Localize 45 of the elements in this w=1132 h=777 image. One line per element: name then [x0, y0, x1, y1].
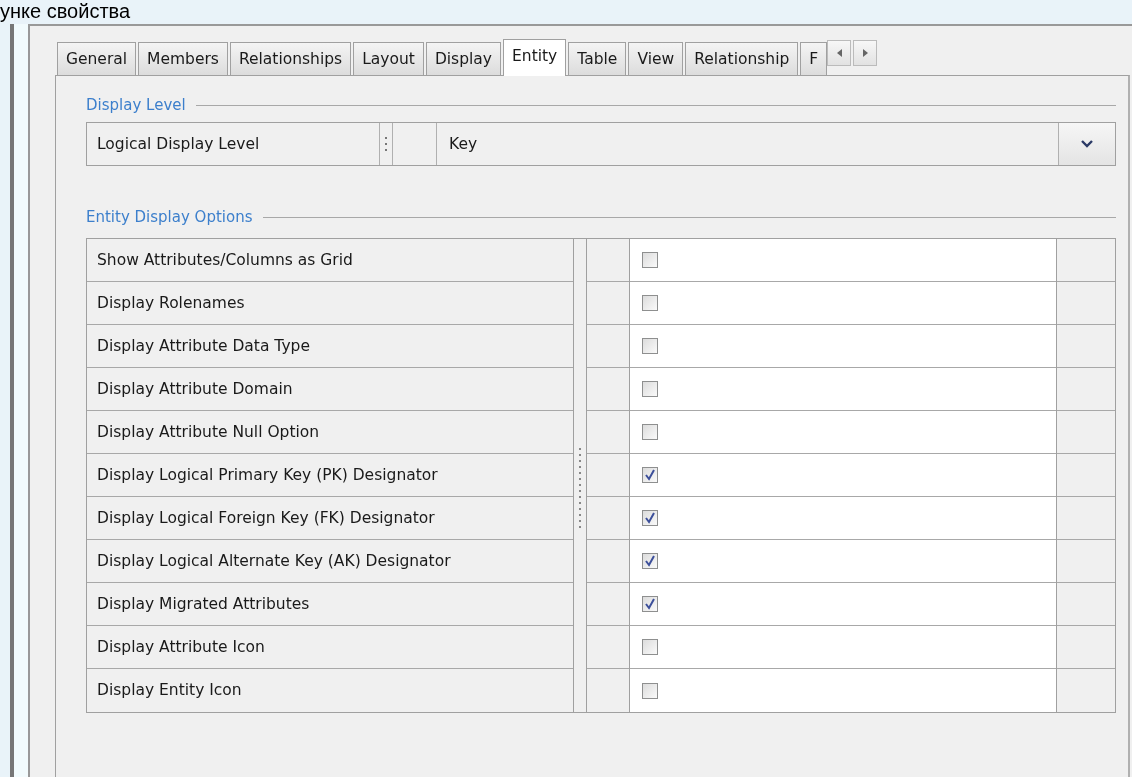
- dropdown-button[interactable]: [1058, 123, 1115, 165]
- checkbox[interactable]: [642, 553, 658, 569]
- scroll-left-button[interactable]: [827, 40, 852, 66]
- group-title: Display Level: [86, 96, 186, 114]
- checkbox[interactable]: [642, 682, 658, 699]
- tab[interactable]: Entity: [503, 39, 567, 76]
- tab[interactable]: Table: [568, 42, 627, 75]
- grip-icon[interactable]: [578, 447, 582, 531]
- checkbox[interactable]: [642, 338, 658, 354]
- option-label: Display Rolenames: [87, 282, 573, 325]
- option-label: Display Attribute Null Option: [87, 411, 573, 454]
- option-label: Display Attribute Icon: [87, 626, 573, 669]
- triangle-right-icon: [862, 49, 868, 57]
- checkbox[interactable]: [642, 596, 658, 612]
- checkbox[interactable]: [642, 381, 658, 397]
- checkbox[interactable]: [642, 424, 658, 440]
- slide-caption: унке свойства: [0, 0, 131, 22]
- scroll-right-button[interactable]: [853, 40, 878, 66]
- checkbox[interactable]: [642, 467, 658, 483]
- tab[interactable]: View: [628, 42, 684, 75]
- checkbox[interactable]: [642, 252, 658, 268]
- dropdown-field[interactable]: Key: [437, 123, 1058, 165]
- tab[interactable]: Layout: [353, 42, 424, 75]
- option-label: Display Logical Primary Key (PK) Designator: [87, 454, 573, 497]
- option-label: Display Migrated Attributes: [87, 583, 573, 626]
- option-label: Display Logical Alternate Key (AK) Designator: [87, 540, 573, 583]
- option-label: Display Attribute Domain: [87, 368, 573, 411]
- option-label: Display Logical Foreign Key (FK) Designator: [87, 497, 573, 540]
- tab[interactable]: Members: [138, 42, 228, 75]
- tab[interactable]: Relationship: [685, 42, 799, 75]
- triangle-left-icon: [836, 49, 842, 57]
- checkbox[interactable]: [642, 295, 658, 311]
- group-title: Entity Display Options: [86, 208, 253, 226]
- checkbox[interactable]: [642, 510, 658, 526]
- property-label: Logical Display Level: [87, 123, 380, 165]
- grip-icon[interactable]: [384, 136, 388, 152]
- tab[interactable]: Display: [425, 42, 501, 75]
- tab[interactable]: Relationships: [229, 42, 352, 75]
- checkbox[interactable]: [642, 639, 658, 655]
- chevron-down-icon: [1081, 140, 1093, 148]
- option-label: Show Attributes/Columns as Grid: [87, 239, 573, 282]
- option-label: Display Entity Icon: [96, 680, 243, 701]
- option-label: Display Attribute Data Type: [87, 325, 573, 368]
- tab[interactable]: F: [800, 42, 828, 75]
- tab[interactable]: General: [57, 42, 137, 75]
